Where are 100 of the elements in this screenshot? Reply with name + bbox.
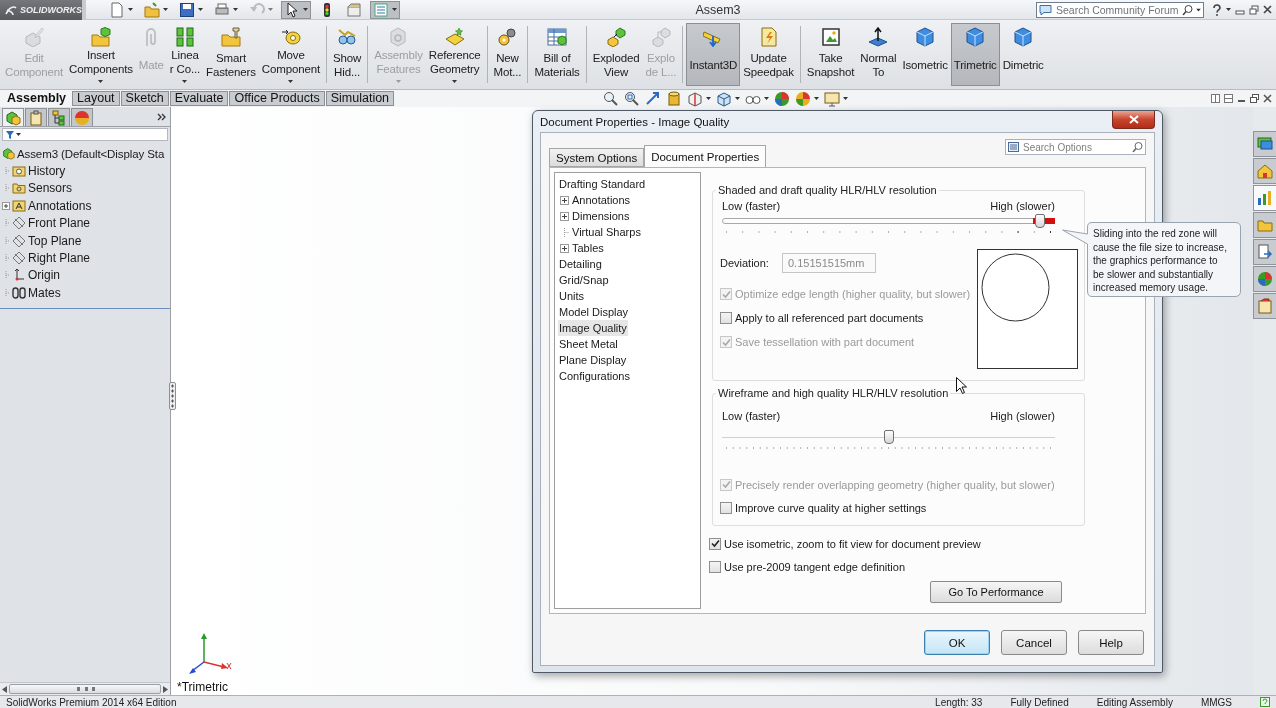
gear-block-icon: [388, 27, 409, 47]
axis-triad-icon: [187, 632, 233, 676]
task-pane-tab[interactable]: [1253, 158, 1276, 184]
tree-item[interactable]: Annotations: [28, 198, 92, 213]
ribbon-button[interactable]: Instant3D: [686, 23, 741, 86]
category-item[interactable]: Drafting Standard: [558, 176, 647, 192]
tile-icon[interactable]: [1211, 94, 1220, 103]
task-pane-tab[interactable]: [1253, 185, 1276, 211]
folder-icon: [144, 1, 160, 18]
ribbon-button[interactable]: Insert Components: [66, 23, 136, 86]
ribbon-button[interactable]: Dimetric: [999, 23, 1047, 86]
go-to-performance-button[interactable]: Go To Performance: [930, 581, 1062, 603]
task-pane-tab[interactable]: [1253, 266, 1276, 292]
category-item[interactable]: Configurations: [558, 368, 631, 384]
folder-clock-icon: [12, 164, 26, 179]
category-item[interactable]: Units: [558, 288, 586, 304]
ribbon-tab[interactable]: Layout: [72, 91, 120, 106]
splitter-handle[interactable]: [169, 382, 176, 410]
ribbon-button[interactable]: Smart Fasteners: [203, 23, 259, 86]
close-icon[interactable]: [1263, 94, 1272, 103]
ribbon-tab[interactable]: Evaluate: [169, 91, 229, 106]
tree-item[interactable]: History: [28, 164, 66, 179]
task-pane-tab[interactable]: [1253, 131, 1276, 157]
ribbon-button[interactable]: Linea r Co...: [166, 23, 204, 86]
category-item[interactable]: Dimensions: [571, 208, 631, 224]
ribbon-button[interactable]: Update Speedpak: [740, 23, 797, 86]
restore-icon[interactable]: [1249, 4, 1259, 15]
checkbox[interactable]: [709, 537, 721, 550]
ribbon-button[interactable]: Reference Geometry: [425, 23, 484, 86]
expand-icon[interactable]: [2, 201, 10, 210]
tree-item[interactable]: Mates: [28, 285, 61, 300]
checkbox-label: Precisely render overlapping geometry (higher quality, but slower): [735, 478, 1055, 491]
checkbox[interactable]: [720, 312, 732, 324]
restore-icon[interactable]: [1250, 94, 1259, 103]
dialog-tab[interactable]: Document Properties: [644, 145, 767, 168]
category-item[interactable]: Grid/Snap: [558, 272, 610, 288]
dialog-button[interactable]: OK: [924, 630, 990, 655]
tree-item[interactable]: Origin: [28, 268, 60, 283]
category-item[interactable]: Annotations: [571, 192, 632, 208]
dialog-button[interactable]: Cancel: [1001, 630, 1067, 655]
tree-item[interactable]: Front Plane: [28, 216, 91, 231]
panel-tab[interactable]: [71, 108, 93, 126]
category-item[interactable]: Tables: [571, 240, 605, 256]
search-icon: [1182, 4, 1193, 15]
ribbon-button[interactable]: Take Snapshot: [803, 23, 858, 86]
expand-icon[interactable]: [560, 195, 569, 205]
help-icon[interactable]: [1212, 3, 1222, 16]
double-chevron-icon[interactable]: [157, 113, 166, 121]
sphere-icon: [1257, 271, 1273, 287]
category-item[interactable]: Detailing: [558, 256, 603, 272]
filter-field[interactable]: [2, 128, 168, 141]
ribbon-button[interactable]: New Mot...: [490, 23, 525, 86]
dialog-button[interactable]: Help: [1078, 630, 1144, 655]
category-item[interactable]: Plane Display: [558, 352, 628, 368]
monitor-icon: [824, 90, 841, 107]
left-arrow-icon[interactable]: [2, 685, 7, 693]
panel-tab[interactable]: [25, 108, 47, 126]
sphere-icon: [774, 90, 791, 107]
search-field[interactable]: Search Community Forum: [1036, 1, 1204, 18]
panel-tab[interactable]: [48, 108, 70, 126]
task-pane-tab[interactable]: [1253, 293, 1276, 319]
ribbon-button[interactable]: Exploded View: [589, 23, 643, 86]
tree-item[interactable]: Sensors: [28, 181, 73, 196]
ribbon-button[interactable]: Isometric: [899, 23, 951, 86]
toolbar-button[interactable]: [281, 0, 311, 19]
ribbon-button[interactable]: Move Component: [258, 23, 323, 86]
ribbon-button[interactable]: Show Hid...: [329, 23, 365, 86]
search-field[interactable]: Search Options: [1005, 139, 1146, 155]
dialog-tab[interactable]: System Options: [549, 148, 645, 167]
slider-track[interactable]: [722, 214, 1055, 228]
category-item[interactable]: Image Quality: [558, 320, 628, 336]
task-pane-tab[interactable]: [1253, 239, 1276, 265]
checkbox[interactable]: [709, 560, 721, 573]
checkbox[interactable]: [720, 501, 732, 514]
panel-tab[interactable]: [2, 108, 24, 126]
ribbon-button[interactable]: Trimetric: [950, 23, 1000, 86]
ribbon-tab[interactable]: Office Products: [229, 91, 325, 106]
expand-icon[interactable]: [560, 211, 569, 221]
ribbon-tab[interactable]: Simulation: [325, 91, 395, 106]
close-icon[interactable]: [1263, 5, 1272, 14]
tree-item[interactable]: Assem3 (Default<Display Sta: [17, 147, 165, 160]
category-item[interactable]: Model Display: [558, 304, 630, 320]
ribbon-tab[interactable]: Sketch: [120, 91, 169, 106]
slider-thumb[interactable]: [1035, 214, 1046, 228]
tile-icon[interactable]: [1224, 94, 1233, 103]
expand-icon[interactable]: [560, 243, 569, 253]
category-item[interactable]: Sheet Metal: [558, 336, 619, 352]
ribbon-button[interactable]: Bill of Materials: [531, 23, 583, 86]
axes-icon: [12, 268, 26, 283]
right-arrow-icon[interactable]: [163, 685, 168, 693]
tree-item[interactable]: Right Plane: [28, 251, 91, 266]
category-item[interactable]: Virtual Sharps: [571, 224, 642, 240]
status-text: Length: 33: [935, 696, 983, 708]
horizontal-scrollbar[interactable]: [0, 682, 170, 695]
slider-track[interactable]: [722, 430, 1055, 444]
scrollbar-thumb[interactable]: [9, 684, 161, 694]
slider-thumb[interactable]: [883, 430, 894, 444]
close-button[interactable]: [1112, 111, 1155, 129]
tree-item[interactable]: Top Plane: [28, 233, 82, 248]
ribbon-button[interactable]: Normal To: [857, 23, 900, 86]
